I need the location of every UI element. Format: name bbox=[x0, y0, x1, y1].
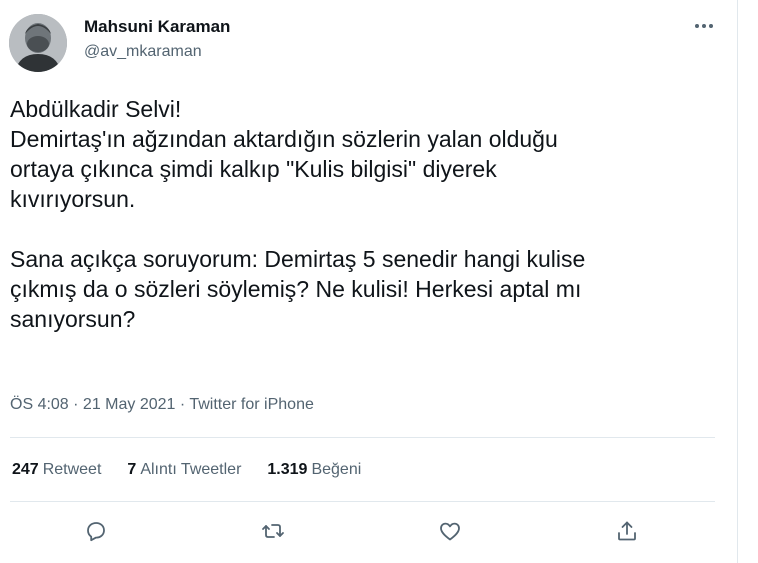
like-label: Beğeni bbox=[311, 461, 362, 478]
retweet-stat[interactable]: 247 Retweet bbox=[12, 461, 101, 479]
like-button[interactable] bbox=[435, 516, 465, 546]
retweet-icon bbox=[262, 524, 284, 538]
quote-count: 7 bbox=[127, 461, 137, 478]
divider-top bbox=[10, 437, 715, 438]
retweet-button[interactable] bbox=[258, 516, 288, 546]
more-options-icon[interactable] bbox=[690, 12, 718, 40]
tweet-metadata[interactable]: ÖS 4:08 · 21 May 2021 · Twitter for iPho… bbox=[10, 396, 314, 414]
tweet-text: Abdülkadir Selvi! Demirtaş'ın ağzından a… bbox=[10, 96, 586, 332]
retweet-label: Retweet bbox=[42, 461, 102, 478]
divider-bottom bbox=[10, 501, 715, 502]
reply-icon bbox=[87, 522, 105, 542]
timeline-border bbox=[737, 0, 738, 563]
quote-stat[interactable]: 7 Alıntı Tweetler bbox=[127, 461, 241, 479]
avatar-photo bbox=[9, 14, 67, 72]
retweet-count: 247 bbox=[12, 461, 39, 478]
reply-button[interactable] bbox=[81, 516, 111, 546]
author-name[interactable]: Mahsuni Karaman bbox=[84, 17, 230, 37]
like-stat[interactable]: 1.319 Beğeni bbox=[267, 461, 361, 479]
avatar[interactable] bbox=[9, 14, 67, 72]
like-icon bbox=[440, 522, 460, 541]
author-handle[interactable]: @av_mkaraman bbox=[84, 43, 202, 61]
tweet-stats: 247 Retweet 7 Alıntı Tweetler 1.319 Beğeni bbox=[12, 461, 387, 479]
share-icon bbox=[618, 521, 636, 541]
like-count: 1.319 bbox=[267, 461, 308, 478]
quote-label: Alıntı Tweetler bbox=[140, 461, 242, 478]
share-button[interactable] bbox=[612, 516, 642, 546]
